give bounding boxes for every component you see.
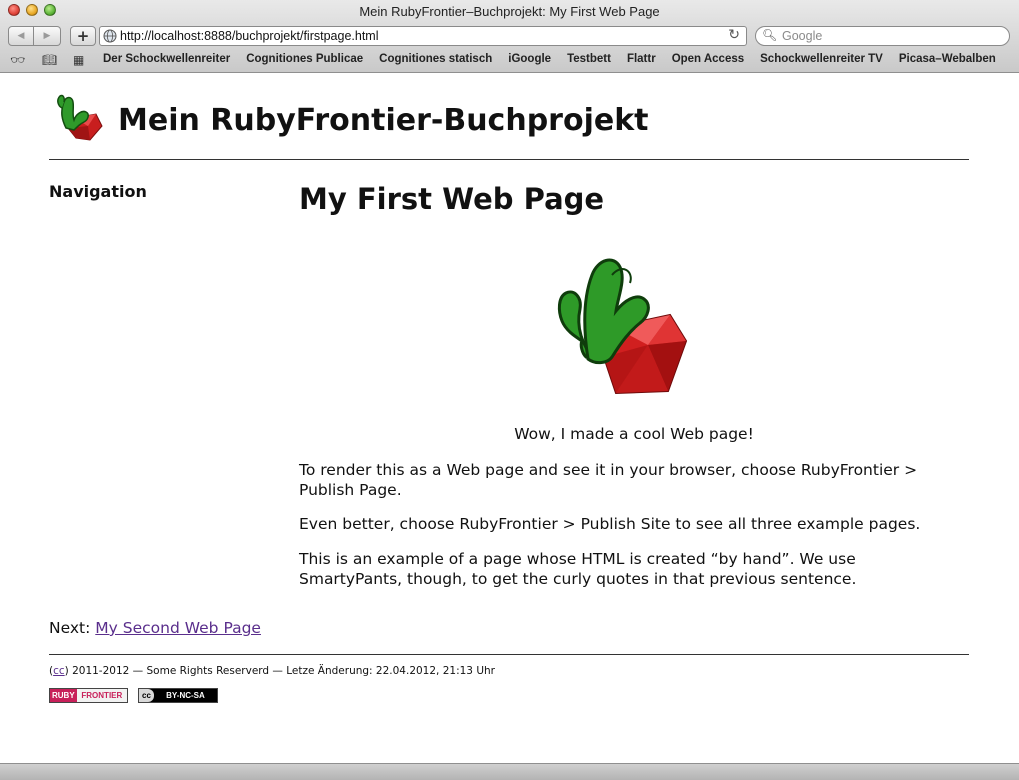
bookmark-item[interactable]: Flattr (627, 53, 656, 65)
plus-icon: + (76, 27, 90, 45)
toolbar: ◀ ▶ + http://localhost:8888/buchprojekt/… (0, 25, 1019, 49)
bookmark-item[interactable]: Open Access (672, 53, 744, 65)
back-button[interactable]: ◀ (8, 26, 34, 46)
bookmark-list: Der Schockwellenreiter Cognitiones Publi… (103, 53, 996, 65)
bookmark-item[interactable]: Testbett (567, 53, 611, 65)
bookmark-item[interactable]: Picasa–Webalben (899, 53, 996, 65)
browser-chrome: Mein RubyFrontier–Buchprojekt: My First … (0, 0, 1019, 73)
title-bar: Mein RubyFrontier–Buchprojekt: My First … (0, 0, 1019, 24)
cactus-ruby-logo-icon (57, 94, 103, 141)
bookmark-item[interactable]: iGoogle (508, 53, 551, 65)
bookmark-item[interactable]: Cognitiones statisch (379, 53, 492, 65)
navigation-heading: Navigation (49, 182, 147, 201)
bookmark-item[interactable]: Schockwellenreiter TV (760, 53, 883, 65)
footer-divider (49, 654, 969, 655)
bookmarks-bar: 👓︎ 📖︎ ▦ Der Schockwellenreiter Cognition… (0, 50, 1019, 70)
url-text[interactable]: http://localhost:8888/buchprojekt/firstp… (120, 29, 378, 43)
cactus-ruby-image-icon (557, 258, 688, 395)
history-navigation: ◀ ▶ (8, 26, 62, 46)
page-title: My First Web Page (299, 182, 605, 216)
bookmark-item[interactable]: Cognitiones Publicae (246, 53, 363, 65)
header-divider (49, 159, 969, 160)
next-page-link[interactable]: My Second Web Page (95, 619, 261, 637)
search-field[interactable]: 🔍︎ Google (755, 26, 1010, 46)
globe-icon (103, 29, 117, 43)
paragraph: This is an example of a page whose HTML … (299, 550, 857, 588)
badge-cc-left: cc (139, 689, 154, 702)
forward-arrow-icon: ▶ (43, 31, 51, 41)
forward-button[interactable]: ▶ (34, 26, 61, 46)
search-icon[interactable]: 🔍︎ (762, 28, 777, 42)
bookmark-item[interactable]: Der Schockwellenreiter (103, 53, 230, 65)
creative-commons-badge[interactable]: cc BY-NC-SA (138, 688, 218, 703)
back-arrow-icon: ◀ (17, 31, 25, 41)
footer-copyright: ) 2011-2012 — Some Rights Reserverd — Le… (64, 665, 495, 677)
top-sites-grid-icon[interactable]: ▦ (73, 53, 84, 67)
address-bar[interactable]: http://localhost:8888/buchprojekt/firstp… (99, 26, 747, 46)
reading-list-icon[interactable]: 👓︎ (10, 53, 25, 67)
paragraph: To render this as a Web page and see it … (299, 461, 918, 499)
badge-rf-right: FRONTIER (76, 689, 127, 702)
bookmarks-book-icon[interactable]: 📖︎ (42, 53, 57, 67)
image-caption: Wow, I made a cool Web page! (514, 425, 754, 443)
reload-icon[interactable]: ↻ (728, 27, 740, 43)
next-page-nav: Next: My Second Web Page (49, 619, 261, 637)
search-placeholder: Google (782, 29, 823, 43)
badge-cc-right: BY-NC-SA (166, 691, 205, 700)
next-label: Next: (49, 619, 91, 637)
site-title: Mein RubyFrontier-Buchprojekt (118, 103, 649, 138)
window-title: Mein RubyFrontier–Buchprojekt: My First … (359, 4, 660, 19)
badge-rf-left: RUBY (50, 689, 77, 702)
rubyfrontier-badge[interactable]: RUBY FRONTIER (49, 688, 128, 703)
cc-link[interactable]: cc (53, 665, 65, 677)
add-bookmark-button[interactable]: + (70, 26, 96, 46)
paragraph: Even better, choose RubyFrontier > Publi… (299, 515, 921, 533)
status-bar (0, 763, 1019, 780)
web-page: Mein RubyFrontier-Buchprojekt Navigation… (0, 73, 1019, 763)
footer-text: (cc) 2011-2012 — Some Rights Reserverd —… (49, 665, 495, 677)
